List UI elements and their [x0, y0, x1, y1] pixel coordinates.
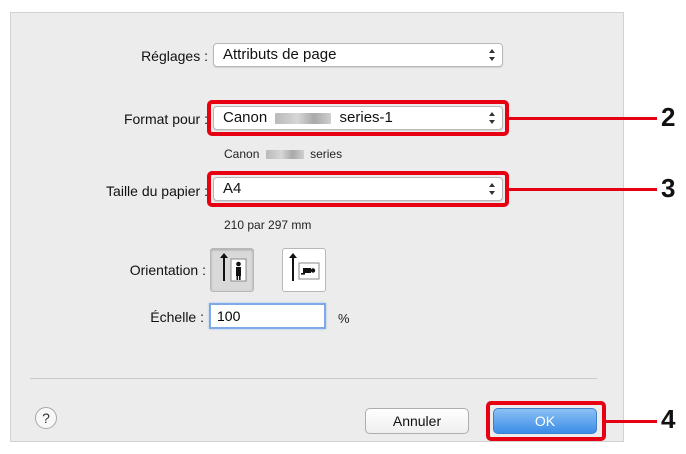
callout-box-format	[207, 100, 509, 136]
format-for-label: Format pour :	[123, 111, 208, 127]
settings-popup[interactable]: Attributs de page	[213, 43, 503, 67]
callout-number-4: 4	[661, 404, 676, 434]
callout-line-ok	[606, 420, 657, 423]
callout-line-paper	[509, 188, 657, 191]
settings-label: Réglages :	[141, 48, 208, 64]
callout-line-format	[509, 117, 657, 120]
callout-number-2: 2	[661, 102, 676, 132]
callout-number-3: 3	[661, 173, 676, 203]
portrait-icon	[220, 253, 247, 282]
orientation-label: Orientation :	[129, 262, 206, 278]
paper-dimensions: 210 par 297 mm	[224, 218, 312, 232]
scale-label: Échelle :	[150, 309, 204, 325]
updown-arrow-icon	[489, 49, 495, 61]
scale-unit: %	[338, 311, 350, 326]
help-button[interactable]: ?	[35, 407, 57, 429]
callout-box-paper	[207, 171, 509, 207]
paper-size-label: Taille du papier :	[106, 183, 208, 199]
settings-value: Attributs de page	[223, 46, 337, 63]
scale-input[interactable]	[209, 303, 326, 329]
printer-model-prefix: Canon	[224, 147, 260, 161]
landscape-icon	[289, 253, 320, 281]
cancel-button[interactable]: Annuler	[365, 408, 469, 434]
printer-model-suffix: series	[310, 147, 343, 161]
orientation-landscape-button[interactable]	[282, 248, 326, 292]
redacted-model-blur	[265, 150, 304, 160]
divider	[30, 378, 597, 379]
orientation-portrait-button[interactable]	[210, 248, 254, 292]
printer-model-text: Canon series	[224, 147, 342, 161]
callout-box-ok	[486, 401, 606, 441]
